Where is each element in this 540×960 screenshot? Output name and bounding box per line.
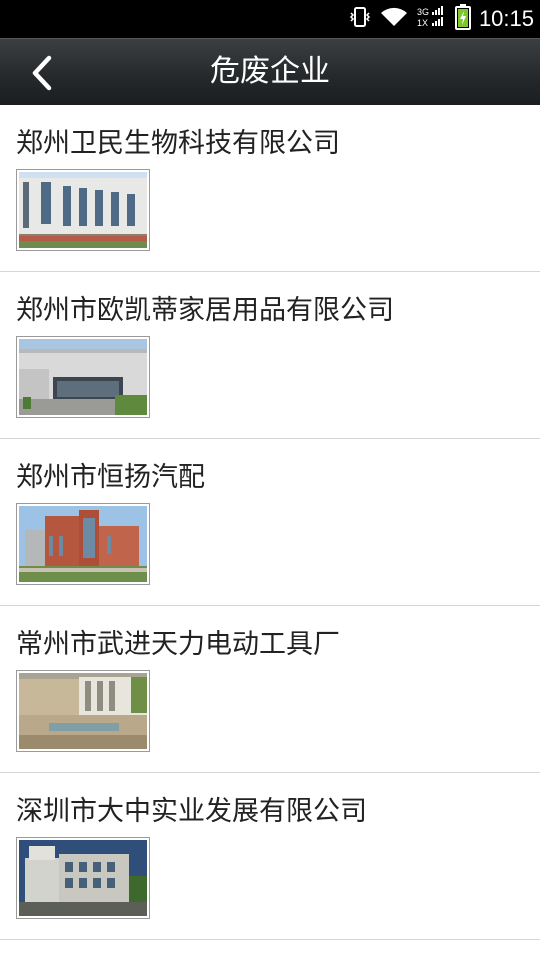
back-button[interactable] <box>20 51 64 95</box>
battery-charging-icon <box>454 4 471 34</box>
company-name: 郑州卫民生物科技有限公司 <box>16 128 340 159</box>
list-item[interactable]: 郑州市恒扬汽配 <box>0 439 540 606</box>
status-time: 10:15 <box>478 6 534 31</box>
list-item[interactable]: 常州市武进天力电动工具厂 <box>0 606 540 773</box>
wifi-icon <box>379 5 409 33</box>
page-title: 危废企业 <box>210 54 330 89</box>
company-photo <box>16 336 150 418</box>
company-name: 深圳市大中实业发展有限公司 <box>16 796 367 827</box>
company-photo <box>16 837 150 919</box>
chevron-left-icon <box>32 55 52 91</box>
company-photo <box>16 670 150 752</box>
nav-bar: 危废企业 <box>0 38 540 105</box>
svg-text:1X: 1X <box>417 18 428 28</box>
status-bar: 3G 1X 10:15 <box>0 0 540 38</box>
list-item[interactable]: 郑州卫民生物科技有限公司 <box>0 105 540 272</box>
company-name: 郑州市欧凯蒂家居用品有限公司 <box>16 295 394 326</box>
company-name: 常州市武进天力电动工具厂 <box>16 629 340 660</box>
list-item[interactable]: 郑州市欧凯蒂家居用品有限公司 <box>0 272 540 439</box>
company-list: 郑州卫民生物科技有限公司 郑州市欧凯蒂家居用品有限公司 郑州市恒扬汽配 常州市武… <box>0 105 540 940</box>
company-photo <box>16 169 150 251</box>
company-name: 郑州市恒扬汽配 <box>16 462 205 493</box>
list-item[interactable]: 深圳市大中实业发展有限公司 <box>0 773 540 940</box>
company-photo <box>16 503 150 585</box>
svg-text:3G: 3G <box>417 7 429 17</box>
vibrate-icon <box>349 5 371 33</box>
signal-3g-1x-icon: 3G 1X <box>417 5 447 33</box>
